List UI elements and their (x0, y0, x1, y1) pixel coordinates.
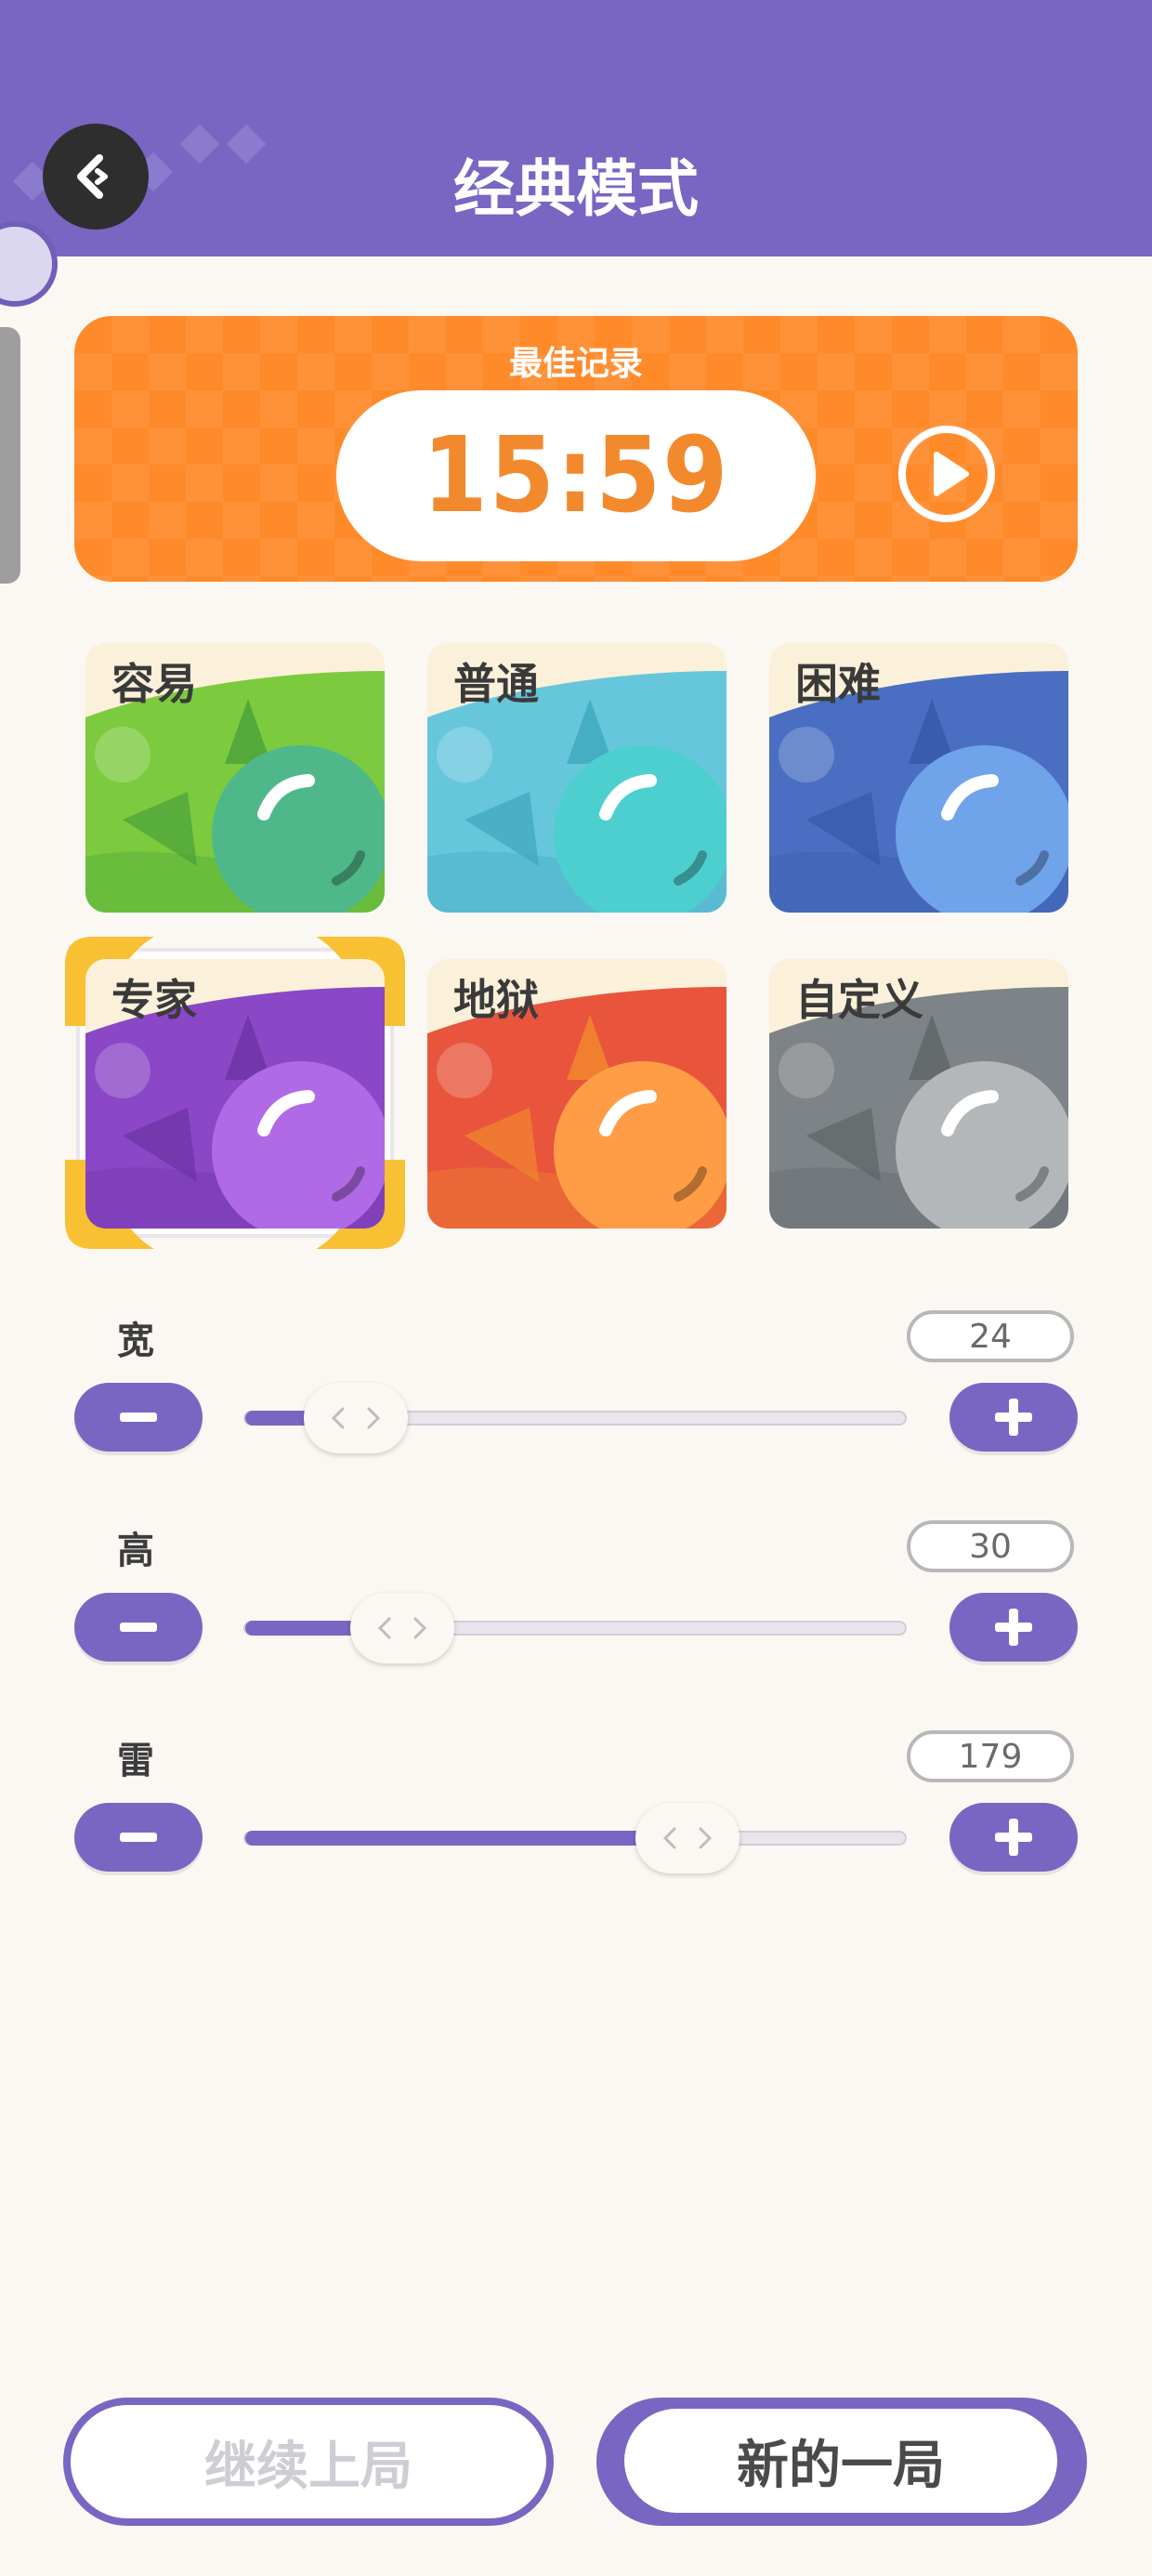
slider-value: 179 (907, 1730, 1074, 1782)
minus-icon (120, 1623, 157, 1632)
difficulty-card[interactable]: 专家 (85, 959, 385, 1229)
plus-icon (995, 1609, 1032, 1646)
best-record-panel: 最佳记录 15:59 (74, 316, 1078, 582)
best-record-label: 最佳记录 (508, 345, 643, 383)
slider-track[interactable] (243, 1831, 907, 1846)
slider-thumb[interactable] (304, 1383, 409, 1453)
plus-icon (995, 1399, 1032, 1436)
minus-icon (120, 1833, 157, 1842)
difficulty-card-label: 容易 (111, 659, 197, 709)
best-record-display: 15:59 (336, 390, 816, 561)
slider-thumb[interactable] (350, 1593, 455, 1663)
difficulty-card-label: 普通 (453, 659, 539, 709)
play-icon[interactable] (896, 423, 998, 525)
difficulty-card[interactable]: 自定义 (769, 959, 1068, 1229)
page-title: 经典模式 (453, 153, 699, 225)
new-game-label: 新的一局 (624, 2409, 1057, 2513)
increase-button[interactable] (949, 1383, 1078, 1452)
slider-value: 30 (907, 1520, 1074, 1572)
difficulty-card[interactable]: 地狱 (427, 959, 727, 1229)
difficulty-card-label: 自定义 (795, 975, 923, 1025)
best-record-time: 15:59 (422, 415, 730, 536)
increase-button[interactable] (949, 1593, 1078, 1662)
side-drawer-handle[interactable] (0, 327, 20, 584)
difficulty-card[interactable]: 容易 (85, 643, 385, 913)
slider-label: 雷 (117, 1740, 154, 1782)
difficulty-card[interactable]: 困难 (769, 643, 1068, 913)
slider-value: 24 (907, 1310, 1074, 1362)
drag-handle-icon (332, 1407, 381, 1429)
plus-icon (995, 1819, 1032, 1856)
decrease-button[interactable] (74, 1593, 203, 1662)
new-game-button[interactable]: 新的一局 (596, 2398, 1087, 2526)
drag-handle-icon (663, 1827, 713, 1849)
difficulty-card-label: 困难 (795, 659, 881, 709)
decrease-button[interactable] (74, 1803, 203, 1872)
decrease-button[interactable] (74, 1383, 203, 1452)
header-divider (0, 256, 1152, 260)
increase-button[interactable] (949, 1803, 1078, 1872)
slider-thumb[interactable] (635, 1803, 740, 1873)
slider-track[interactable] (243, 1621, 907, 1636)
slider-fill (245, 1831, 690, 1846)
difficulty-card-label: 地狱 (453, 975, 539, 1025)
continue-game-button[interactable]: 继续上局 (63, 2398, 554, 2526)
difficulty-card-label: 专家 (111, 975, 197, 1025)
slider-label: 宽 (117, 1320, 154, 1362)
drag-handle-icon (378, 1617, 427, 1639)
minus-icon (120, 1413, 157, 1422)
difficulty-card[interactable]: 普通 (427, 643, 727, 913)
slider-label: 高 (117, 1530, 154, 1572)
